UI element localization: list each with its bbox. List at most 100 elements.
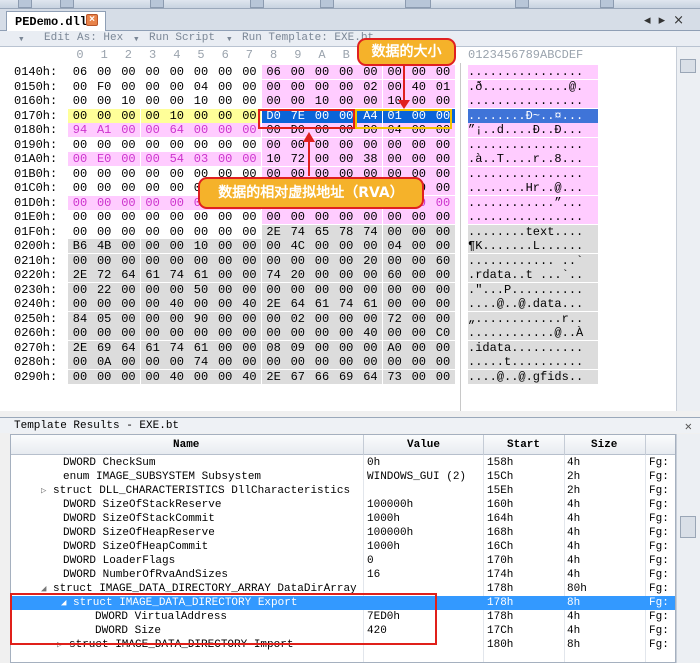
- hex-byte[interactable]: 00: [431, 268, 455, 282]
- hex-byte[interactable]: 61: [310, 297, 334, 311]
- hex-byte[interactable]: 02: [358, 79, 383, 94]
- hex-byte[interactable]: 00: [237, 268, 262, 282]
- hex-byte[interactable]: 00: [92, 297, 117, 311]
- hex-byte[interactable]: 69: [92, 340, 117, 355]
- hex-byte[interactable]: 00: [285, 282, 310, 297]
- hex-byte[interactable]: 00: [285, 137, 310, 152]
- hex-byte[interactable]: 00: [189, 123, 213, 137]
- hex-byte[interactable]: 10: [116, 94, 140, 108]
- window-controls[interactable]: ◂▸×: [644, 13, 692, 28]
- hex-byte[interactable]: 00: [261, 137, 286, 152]
- hex-byte[interactable]: 00: [68, 152, 92, 166]
- hex-byte[interactable]: 00: [334, 79, 359, 94]
- run-script-button[interactable]: Run Script: [149, 32, 215, 44]
- hex-byte[interactable]: 10: [261, 152, 286, 166]
- hex-byte[interactable]: 00: [164, 311, 189, 326]
- hex-byte[interactable]: 00: [310, 79, 334, 94]
- hex-byte[interactable]: 00: [141, 80, 165, 94]
- hex-byte[interactable]: 60: [431, 253, 455, 268]
- hex-byte[interactable]: A1: [92, 123, 117, 137]
- hex-byte[interactable]: 00: [189, 65, 213, 79]
- hex-row[interactable]: 0150h: 00 F0 00 00 00 04 00 00 00 00 00 00 02 00 40 01 .ð…: [0, 79, 676, 95]
- hex-byte[interactable]: 2E: [68, 340, 92, 355]
- hex-byte[interactable]: 00: [116, 123, 141, 137]
- hex-byte[interactable]: 61: [140, 340, 165, 355]
- hex-byte[interactable]: 00: [261, 94, 286, 108]
- result-row[interactable]: DWORD SizeOfStackReserve 100000h 160h 4h Fg:: [11, 498, 675, 512]
- hex-byte[interactable]: 00: [141, 167, 165, 181]
- hex-byte[interactable]: 00: [334, 311, 359, 326]
- hex-byte[interactable]: 61: [189, 340, 213, 355]
- hex-byte[interactable]: 00: [92, 108, 117, 123]
- hex-row[interactable]: 0290h: 00 00 00 00 40 00 00 40 2E 67 66 69 64 73 00 00..…: [0, 369, 676, 385]
- hex-byte[interactable]: 00: [213, 297, 238, 311]
- hex-byte[interactable]: 03: [189, 152, 213, 166]
- hex-byte[interactable]: 00: [237, 326, 262, 340]
- hex-byte[interactable]: 00: [285, 253, 310, 268]
- hex-byte[interactable]: 00: [382, 282, 407, 297]
- hex-byte[interactable]: 00: [68, 210, 92, 224]
- hex-byte[interactable]: 08: [261, 340, 286, 355]
- hex-byte[interactable]: 04: [189, 80, 213, 94]
- hex-byte[interactable]: 00: [358, 210, 383, 224]
- hex-byte[interactable]: 00: [406, 137, 431, 152]
- hex-row[interactable]: 0280h: 00 0A 00 00 00 74 00 00 00 00 00 00 00 00 00 00..…: [0, 355, 676, 370]
- hex-row[interactable]: 01F0h: 00 00 00 00 00 00 00 00 2E 74 65 78 74 00 00 00..…: [0, 224, 676, 240]
- hex-byte[interactable]: 00: [164, 326, 189, 340]
- hex-byte[interactable]: F0: [92, 80, 116, 94]
- hex-byte[interactable]: 00: [334, 282, 359, 297]
- hex-byte[interactable]: 2E: [261, 369, 286, 384]
- close-icon[interactable]: ✕: [685, 419, 692, 434]
- hex-byte[interactable]: 10: [189, 94, 213, 108]
- hex-byte[interactable]: 00: [116, 195, 141, 210]
- hex-byte[interactable]: 00: [213, 326, 238, 340]
- hex-byte[interactable]: 00: [140, 108, 165, 123]
- hex-byte[interactable]: 00: [431, 340, 455, 355]
- hex-byte[interactable]: 00: [189, 297, 213, 311]
- hex-byte[interactable]: 72: [92, 268, 117, 282]
- hex-byte[interactable]: 00: [68, 326, 92, 340]
- hex-byte[interactable]: 64: [164, 123, 189, 137]
- toolbar-button[interactable]: [405, 0, 431, 8]
- hex-scrollbar[interactable]: [676, 47, 700, 411]
- hex-byte[interactable]: 00: [141, 225, 165, 239]
- hex-byte[interactable]: 00: [116, 152, 141, 166]
- hex-byte[interactable]: 74: [164, 268, 189, 282]
- hex-byte[interactable]: 00: [237, 355, 262, 369]
- hex-byte[interactable]: 00: [358, 340, 383, 355]
- hex-byte[interactable]: A0: [382, 340, 407, 355]
- hex-byte[interactable]: 00: [406, 311, 431, 326]
- hex-byte[interactable]: 00: [431, 369, 455, 384]
- hex-byte[interactable]: 00: [261, 355, 286, 369]
- hex-row[interactable]: 01E0h: 00 00 00 00 00 00 00 00 00 00 00 00 00 00 00 00..…: [0, 210, 676, 225]
- hex-row[interactable]: 01A0h: 00 E0 00 00 54 03 00 00 10 72 00 00 38 00 00 00 .à…: [0, 152, 676, 167]
- hex-byte[interactable]: 00: [92, 138, 116, 152]
- hex-byte[interactable]: 00: [237, 210, 261, 224]
- scroll-thumb[interactable]: [680, 516, 696, 538]
- hex-byte[interactable]: 4C: [285, 239, 310, 253]
- hex-byte[interactable]: 00: [431, 282, 455, 297]
- header-size[interactable]: Size: [591, 439, 617, 451]
- hex-byte[interactable]: 00: [141, 94, 165, 108]
- hex-byte[interactable]: 00: [68, 108, 92, 123]
- hex-byte[interactable]: 64: [285, 297, 310, 311]
- result-row[interactable]: DWORD SizeOfHeapReserve 100000h 168h 4h Fg:: [11, 526, 675, 540]
- hex-byte[interactable]: 00: [285, 94, 310, 108]
- hex-byte[interactable]: 00: [431, 297, 455, 311]
- hex-row[interactable]: 0140h: 06 00 00 00 00 00 00 00 06 00 00 00 00 00 00 00..…: [0, 65, 676, 80]
- hex-row[interactable]: 0210h: 00 00 00 00 00 00 00 00 00 00 00 00 20 00 00 60..…: [0, 253, 676, 269]
- hex-byte[interactable]: 00: [431, 239, 455, 253]
- hex-byte[interactable]: 00: [237, 225, 261, 239]
- hex-byte[interactable]: 94: [68, 123, 92, 137]
- result-row[interactable]: DWORD SizeOfHeapCommit 1000h 16Ch 4h Fg:: [11, 540, 675, 554]
- hex-byte[interactable]: 61: [189, 268, 213, 282]
- toolbar-button[interactable]: [515, 0, 529, 8]
- hex-byte[interactable]: 00: [213, 210, 237, 224]
- hex-byte[interactable]: 00: [189, 253, 213, 268]
- hex-byte[interactable]: 00: [213, 369, 238, 384]
- hex-byte[interactable]: 00: [406, 268, 431, 282]
- hex-byte[interactable]: 2E: [261, 297, 286, 311]
- hex-byte[interactable]: 00: [213, 108, 238, 123]
- hex-byte[interactable]: 00: [310, 282, 334, 297]
- hex-byte[interactable]: 00: [164, 253, 189, 268]
